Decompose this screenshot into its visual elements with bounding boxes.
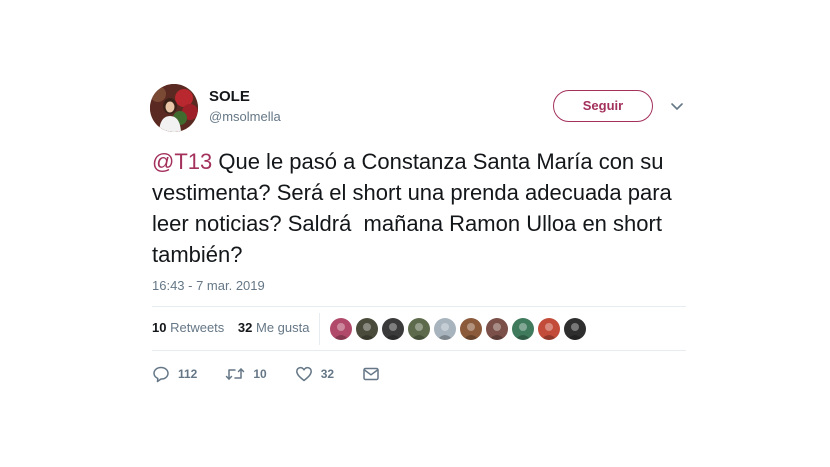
tweet-text: @T13 Que le pasó a Constanza Santa María… xyxy=(152,146,682,270)
tweet-actions: 112 10 32 xyxy=(152,365,416,383)
avatar[interactable] xyxy=(150,84,198,132)
likes-count: 32 xyxy=(237,320,253,335)
user-display-name[interactable]: SOLE xyxy=(209,88,250,105)
like-button[interactable]: 32 xyxy=(295,365,334,383)
reply-count: 112 xyxy=(178,367,198,381)
likes-stat[interactable]: 32 Me gusta xyxy=(238,320,310,335)
tweet-timestamp[interactable]: 16:43 - 7 mar. 2019 xyxy=(152,278,265,293)
retweets-stat[interactable]: 10 Retweets xyxy=(152,320,224,335)
retweet-button[interactable]: 10 xyxy=(225,365,267,383)
liker-avatar[interactable] xyxy=(382,318,404,340)
mention-link[interactable]: @T13 xyxy=(152,149,212,174)
liker-avatar[interactable] xyxy=(460,318,482,340)
like-count: 32 xyxy=(320,367,335,381)
user-handle[interactable]: @msolmella xyxy=(209,109,281,124)
divider xyxy=(152,306,686,307)
retweets-label: Retweets xyxy=(170,320,225,335)
chevron-down-icon[interactable] xyxy=(670,100,684,112)
likes-label: Me gusta xyxy=(256,320,310,335)
liker-avatar[interactable] xyxy=(486,318,508,340)
reply-icon xyxy=(153,366,169,383)
heart-icon xyxy=(295,366,312,382)
liker-avatars xyxy=(330,318,586,340)
liker-avatar[interactable] xyxy=(434,318,456,340)
retweet-icon xyxy=(226,368,245,380)
tweet-body: Que le pasó a Constanza Santa María con … xyxy=(152,149,678,267)
liker-avatar[interactable] xyxy=(408,318,430,340)
liker-avatar[interactable] xyxy=(564,318,586,340)
stats-divider xyxy=(319,313,320,345)
engagement-stats: 10 Retweets 32 Me gusta xyxy=(152,320,320,335)
liker-avatar[interactable] xyxy=(538,318,560,340)
divider xyxy=(152,350,686,351)
liker-avatar[interactable] xyxy=(330,318,352,340)
envelope-icon xyxy=(363,367,379,381)
tweet-card: SOLE @msolmella Seguir @T13 Que le pasó … xyxy=(0,0,830,467)
follow-button[interactable]: Seguir xyxy=(553,90,653,122)
liker-avatar[interactable] xyxy=(356,318,378,340)
liker-avatar[interactable] xyxy=(512,318,534,340)
reply-button[interactable]: 112 xyxy=(152,365,197,383)
message-button[interactable] xyxy=(362,365,388,383)
retweets-count: 10 xyxy=(152,320,167,335)
retweet-count: 10 xyxy=(253,367,267,381)
